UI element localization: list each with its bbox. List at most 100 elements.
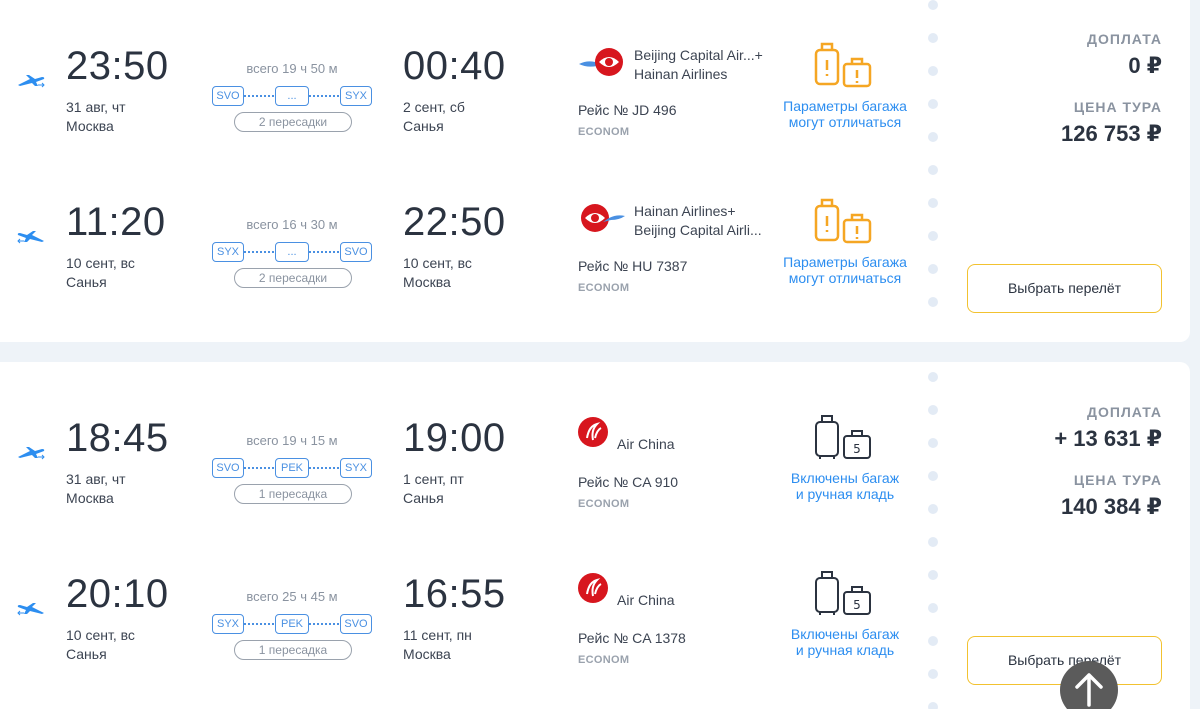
plane-takeoff-icon xyxy=(18,447,45,460)
baggage-text-line: Параметры багажа xyxy=(783,98,907,114)
airport-code: SVO xyxy=(340,242,372,262)
baggage-info-link[interactable]: Параметры багажа могут отличаться xyxy=(770,254,920,286)
fare-class: ECONOM xyxy=(578,126,630,138)
arrow-up-icon xyxy=(1075,673,1103,707)
fare-class: ECONOM xyxy=(578,498,630,510)
arrival-time: 19:00 xyxy=(403,416,506,460)
price-value: 140 384 ₽ xyxy=(1061,494,1162,519)
departure-city: Санья xyxy=(66,274,107,290)
price-label: ЦЕНА ТУРА xyxy=(1073,472,1162,488)
baggage-text-line: Параметры багажа xyxy=(783,254,907,270)
route-diagram: SYX PEK SVO xyxy=(212,614,372,634)
arrival-city: Санья xyxy=(403,118,444,134)
airline-names: Air China xyxy=(617,435,675,454)
arrival-date: 2 сент, сб xyxy=(403,99,465,115)
price-value: 126 753 ₽ xyxy=(1061,121,1162,146)
airline-name: Air China xyxy=(617,592,675,608)
airline-name: Beijing Capital Airli... xyxy=(634,222,762,238)
baggage-text-line: Включены багаж xyxy=(790,470,900,486)
transfer-airport-code[interactable]: ... xyxy=(275,86,309,106)
route-line xyxy=(309,467,339,469)
route-diagram: SVO ... SYX xyxy=(212,86,372,106)
surcharge-value: 0 ₽ xyxy=(1128,53,1162,78)
flight-number: Рейс № CA 1378 xyxy=(578,630,686,646)
arrival-time: 16:55 xyxy=(403,572,506,616)
arrival-date: 10 сент, вс xyxy=(403,255,472,271)
route-line xyxy=(309,251,339,253)
departure-city: Москва xyxy=(66,490,114,506)
airport-code: SYX xyxy=(340,458,372,478)
flight-duration: всего 19 ч 50 м xyxy=(246,61,338,76)
suitcase-warning-icon xyxy=(814,42,872,88)
fare-class: ECONOM xyxy=(578,282,630,294)
card-divider xyxy=(928,372,940,709)
route-line xyxy=(244,623,274,625)
baggage-text-line: Включены багаж xyxy=(790,626,900,642)
price-block: ДОПЛАТА 0 ₽ ЦЕНА ТУРА 126 753 ₽ xyxy=(960,31,1162,147)
flight-duration: всего 19 ч 15 м xyxy=(246,433,338,448)
air-china-logo-icon xyxy=(578,417,608,447)
price-label: ЦЕНА ТУРА xyxy=(1073,99,1162,115)
suitcase-included-icon: 5 xyxy=(815,415,871,459)
flight-duration: всего 16 ч 30 м xyxy=(246,217,338,232)
arrival-date: 11 сент, пн xyxy=(403,627,472,643)
route-diagram: SYX ... SVO xyxy=(212,242,372,262)
arrival-time: 22:50 xyxy=(403,200,506,244)
airport-code: SVO xyxy=(340,614,372,634)
departure-city: Санья xyxy=(66,646,107,662)
plane-takeoff-icon xyxy=(18,75,45,88)
transfer-airport-code[interactable]: ... xyxy=(275,242,309,262)
flight-segment-outbound: 23:50 31 авг, чт Москва всего 19 ч 50 м … xyxy=(0,0,930,150)
departure-time: 20:10 xyxy=(66,572,169,616)
baggage-text-line: могут отличаться xyxy=(788,114,902,130)
airline-names: Beijing Capital Air...+ Hainan Airlines xyxy=(634,46,763,84)
route-line xyxy=(309,623,339,625)
suitcase-warning-icon xyxy=(814,198,872,244)
flight-number: Рейс № JD 496 xyxy=(578,102,677,118)
airport-code: SVO xyxy=(212,458,244,478)
flight-number: Рейс № CA 910 xyxy=(578,474,679,490)
flight-duration: всего 25 ч 45 м xyxy=(246,589,338,604)
surcharge-value: + 13 631 ₽ xyxy=(1054,426,1162,451)
departure-date: 10 сент, вс xyxy=(66,255,135,271)
baggage-info-link[interactable]: Включены багаж и ручная кладь xyxy=(770,470,920,502)
baggage-info-link[interactable]: Включены багаж и ручная кладь xyxy=(770,626,920,658)
departure-date: 31 авг, чт xyxy=(66,471,126,487)
svg-text:5: 5 xyxy=(853,598,861,612)
scroll-to-top-button[interactable] xyxy=(1060,661,1118,709)
fare-class: ECONOM xyxy=(578,654,630,666)
stops-badge[interactable]: 1 пересадка xyxy=(234,484,352,504)
svg-text:5: 5 xyxy=(853,442,861,456)
stops-badge[interactable]: 2 пересадки xyxy=(234,268,352,288)
baggage-text-line: и ручная кладь xyxy=(795,486,895,502)
plane-landing-icon xyxy=(17,231,44,244)
route-line xyxy=(244,467,274,469)
card-divider xyxy=(928,0,940,330)
airline-names: Hainan Airlines+ Beijing Capital Airli..… xyxy=(634,202,762,240)
route-diagram: SVO PEK SYX xyxy=(212,458,372,478)
price-block: ДОПЛАТА + 13 631 ₽ ЦЕНА ТУРА 140 384 ₽ xyxy=(960,404,1162,520)
baggage-info-link[interactable]: Параметры багажа могут отличаться xyxy=(770,98,920,130)
airline-name: Air China xyxy=(617,436,675,452)
transfer-airport-code[interactable]: PEK xyxy=(275,458,309,478)
air-china-logo-icon xyxy=(578,573,608,603)
flight-number: Рейс № HU 7387 xyxy=(578,258,688,274)
departure-time: 11:20 xyxy=(66,200,166,244)
stops-badge[interactable]: 1 пересадка xyxy=(234,640,352,660)
select-flight-button[interactable]: Выбрать перелёт xyxy=(967,264,1162,313)
baggage-text-line: могут отличаться xyxy=(788,270,902,286)
route-line xyxy=(244,95,274,97)
transfer-airport-code[interactable]: PEK xyxy=(275,614,309,634)
departure-city: Москва xyxy=(66,118,114,134)
route-line xyxy=(244,251,274,253)
flight-segment-outbound: 18:45 31 авг, чт Москва всего 19 ч 15 м … xyxy=(0,372,930,522)
airline-names: Air China xyxy=(617,591,675,610)
flight-segment-return: 20:10 10 сент, вс Санья всего 25 ч 45 м … xyxy=(0,528,930,678)
stops-badge[interactable]: 2 пересадки xyxy=(234,112,352,132)
flight-offer-card-2: 18:45 31 авг, чт Москва всего 19 ч 15 м … xyxy=(0,362,1190,709)
airline-logo-icon xyxy=(579,48,623,76)
airline-name: Hainan Airlines xyxy=(634,66,728,82)
departure-date: 31 авг, чт xyxy=(66,99,126,115)
plane-landing-icon xyxy=(17,603,44,616)
arrival-date: 1 сент, пт xyxy=(403,471,464,487)
